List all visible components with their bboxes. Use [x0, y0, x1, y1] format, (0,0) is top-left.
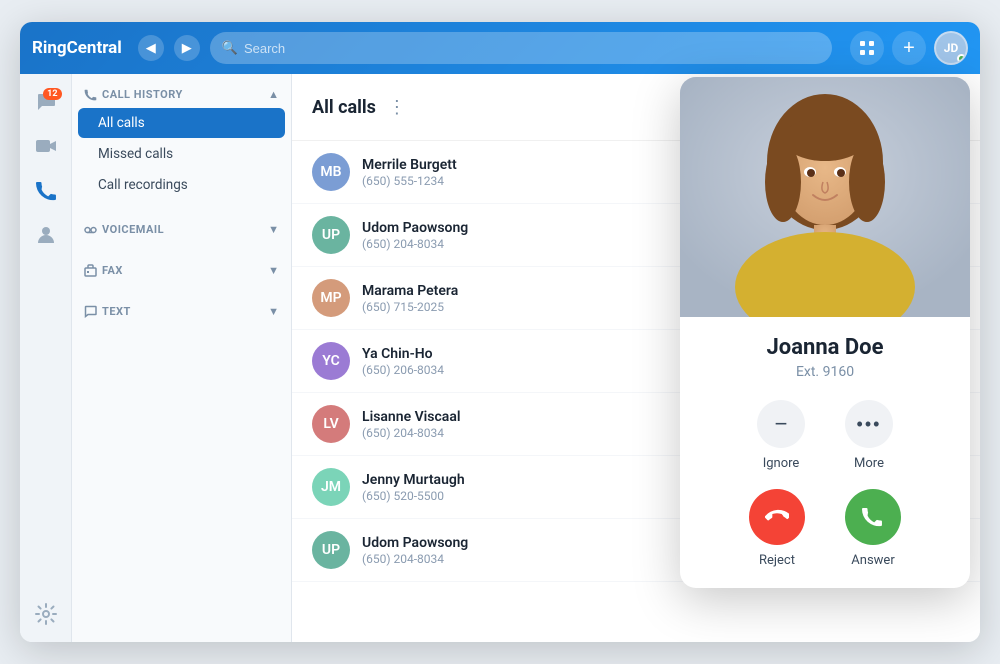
nav-forward-button[interactable]: ▶ — [174, 35, 200, 61]
call-panel-info: Joanna Doe Ext. 9160 − Ignore ••• More — [680, 317, 970, 588]
sidebar-section-header-fax[interactable]: FAX ▼ — [72, 258, 291, 283]
sidebar-item-phone[interactable] — [26, 172, 66, 212]
text-title: TEXT — [84, 305, 131, 318]
text-section-icon — [84, 305, 97, 318]
search-icon: 🔍 — [222, 41, 238, 56]
online-status-dot — [957, 54, 966, 63]
apps-button[interactable] — [850, 31, 884, 65]
settings-button[interactable] — [26, 602, 66, 642]
sidebar-item-contacts[interactable] — [26, 216, 66, 256]
reject-button[interactable] — [749, 489, 805, 545]
caller-photo — [680, 77, 970, 317]
voicemail-chevron: ▼ — [268, 223, 279, 236]
search-input[interactable] — [244, 41, 820, 56]
voicemail-section-icon — [84, 223, 97, 236]
call-actions-top: − Ignore ••• More — [700, 400, 950, 471]
more-label: More — [854, 456, 884, 471]
ignore-icon: − — [775, 411, 788, 437]
sidebar-section-text: TEXT ▼ — [72, 291, 291, 332]
sidebar-item-messages[interactable]: 12 — [26, 84, 66, 124]
caller-photo-illustration — [680, 77, 970, 317]
sidebar-section-fax: FAX ▼ — [72, 250, 291, 291]
title-bar: RingCentral ◀ ▶ 🔍 + JD — [20, 22, 980, 74]
answer-action[interactable]: Answer — [845, 489, 901, 568]
sidebar-section-voicemail: VOICEMAIL ▼ — [72, 209, 291, 250]
video-icon — [35, 135, 57, 162]
answer-button[interactable] — [845, 489, 901, 545]
messages-badge: 12 — [43, 88, 61, 100]
sidebar-item-video[interactable] — [26, 128, 66, 168]
answer-label: Answer — [851, 553, 894, 568]
phone-active-icon — [35, 179, 57, 206]
call-history-chevron: ▲ — [268, 88, 279, 101]
brand-logo: RingCentral — [32, 38, 122, 58]
search-bar[interactable]: 🔍 — [210, 32, 832, 64]
sidebar-section-header-voicemail[interactable]: VOICEMAIL ▼ — [72, 217, 291, 242]
content-more-button[interactable]: ⋮ — [388, 97, 406, 118]
incoming-call-panel: Joanna Doe Ext. 9160 − Ignore ••• More — [680, 77, 970, 588]
reject-action[interactable]: Reject — [749, 489, 805, 568]
content-title: All calls — [312, 97, 376, 118]
fax-chevron: ▼ — [268, 264, 279, 277]
more-action[interactable]: ••• More — [845, 400, 893, 471]
sidebar-item-call-recordings[interactable]: Call recordings — [78, 170, 285, 200]
call-history-title: CALL HISTORY — [84, 88, 183, 101]
sidebar: CALL HISTORY ▲ All calls Missed calls Ca… — [72, 74, 292, 642]
icon-bar: 12 — [20, 74, 72, 642]
user-avatar[interactable]: JD — [934, 31, 968, 65]
sidebar-section-header-text[interactable]: TEXT ▼ — [72, 299, 291, 324]
add-button[interactable]: + — [892, 31, 926, 65]
nav-back-button[interactable]: ◀ — [138, 35, 164, 61]
sidebar-section-call-history: CALL HISTORY ▲ All calls Missed calls Ca… — [72, 74, 291, 209]
ignore-label: Ignore — [763, 456, 800, 471]
sidebar-item-all-calls[interactable]: All calls — [78, 108, 285, 138]
avatar: MB — [312, 153, 350, 191]
caller-ext-display: Ext. 9160 — [700, 364, 950, 380]
more-button[interactable]: ••• — [845, 400, 893, 448]
reject-icon — [765, 505, 789, 529]
app-window: RingCentral ◀ ▶ 🔍 + JD — [20, 22, 980, 642]
fax-title: FAX — [84, 264, 123, 277]
ignore-button[interactable]: − — [757, 400, 805, 448]
avatar: JM — [312, 468, 350, 506]
voicemail-title: VOICEMAIL — [84, 223, 164, 236]
avatar: MP — [312, 279, 350, 317]
sidebar-item-missed-calls[interactable]: Missed calls — [78, 139, 285, 169]
fax-section-icon — [84, 264, 97, 277]
avatar: UP — [312, 216, 350, 254]
text-chevron: ▼ — [268, 305, 279, 318]
grid-icon — [859, 40, 875, 56]
reject-label: Reject — [759, 553, 795, 568]
sidebar-section-header-call-history[interactable]: CALL HISTORY ▲ — [72, 82, 291, 107]
contacts-icon — [35, 223, 57, 250]
caller-name-display: Joanna Doe — [700, 335, 950, 360]
avatar-initials: JD — [944, 41, 959, 55]
more-dots-icon: ••• — [857, 414, 882, 435]
avatar: UP — [312, 531, 350, 569]
answer-icon — [861, 505, 885, 529]
call-actions-bottom: Reject Answer — [700, 489, 950, 568]
ignore-action[interactable]: − Ignore — [757, 400, 805, 471]
avatar: LV — [312, 405, 350, 443]
settings-icon — [35, 603, 57, 630]
phone-section-icon — [84, 88, 97, 101]
avatar: YC — [312, 342, 350, 380]
title-bar-actions: + JD — [850, 31, 968, 65]
